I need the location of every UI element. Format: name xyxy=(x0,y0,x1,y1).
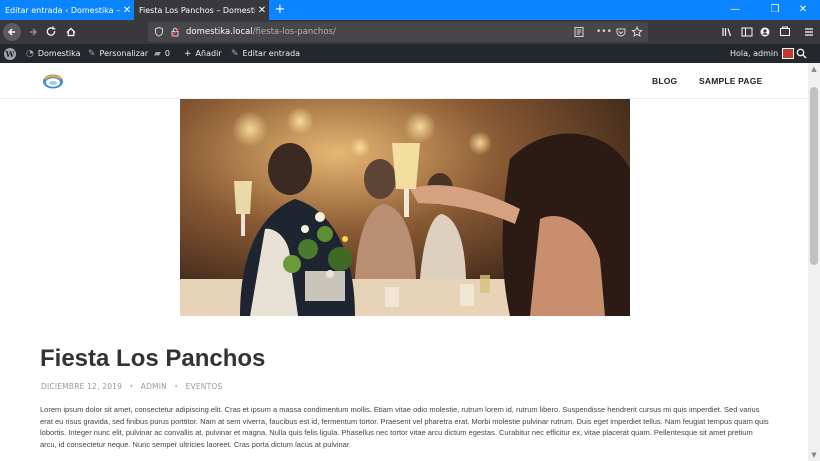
scroll-down-arrow-icon[interactable]: ▼ xyxy=(808,449,820,461)
admin-search-button[interactable] xyxy=(796,44,807,63)
home-button[interactable] xyxy=(62,23,80,41)
scroll-up-arrow-icon[interactable]: ▲ xyxy=(808,63,820,75)
arrow-left-icon xyxy=(8,28,15,36)
add-new-button[interactable]: + Añadir xyxy=(184,44,222,63)
post-content: Fiesta Los Panchos DICIEMBRE 12, 2019 • AD… xyxy=(0,99,808,461)
post-category[interactable]: EVENTOS xyxy=(186,382,223,391)
menu-item-blog[interactable]: BLOG xyxy=(652,63,677,99)
meta-separator: • xyxy=(173,382,179,391)
meta-separator: • xyxy=(129,382,134,391)
home-icon xyxy=(66,27,76,37)
wordpress-icon: W xyxy=(4,47,16,60)
comments-count: 0 xyxy=(164,49,171,58)
pocket-icon[interactable] xyxy=(614,25,628,39)
tab-fiesta-los-panchos[interactable]: Fiesta Los Panchos – Domestika ✕ xyxy=(134,0,269,20)
pencil-icon: ✎ xyxy=(231,48,239,59)
paintbrush-icon: ✎ xyxy=(88,48,96,59)
library-icon[interactable] xyxy=(718,23,736,41)
plus-icon: + xyxy=(184,48,192,59)
more-actions-icon[interactable]: ••• xyxy=(596,25,612,39)
my-account-button[interactable]: Hola, admin xyxy=(730,44,795,63)
wp-admin-bar: W ◔ Domestika ✎ Personalizar ▰ 0 + Añadi… xyxy=(0,44,820,63)
reload-button[interactable] xyxy=(42,23,60,41)
wp-logo-button[interactable]: W xyxy=(4,44,16,63)
site-name-button[interactable]: ◔ Domestika xyxy=(26,44,81,63)
post-meta: DICIEMBRE 12, 2019 • ADMIN • EVENTOS xyxy=(41,382,222,391)
extensions-icon[interactable] xyxy=(776,23,794,41)
url-bar[interactable]: domestika.local/fiesta-los-panchos/ ••• xyxy=(148,22,648,42)
post-title: Fiesta Los Panchos xyxy=(40,345,266,372)
search-icon xyxy=(796,48,807,59)
close-icon[interactable]: ✕ xyxy=(120,5,134,16)
url-text: domestika.local/fiesta-los-panchos/ xyxy=(186,22,336,42)
comment-icon: ▰ xyxy=(154,48,161,59)
featured-image xyxy=(180,99,630,316)
post-author[interactable]: ADMIN xyxy=(141,382,167,391)
edit-post-label: Editar entrada xyxy=(242,49,301,58)
bookmark-star-icon[interactable] xyxy=(630,25,644,39)
tab-title: Editar entrada ‹ Domestika — Wor xyxy=(5,5,120,15)
account-icon[interactable] xyxy=(756,23,774,41)
reload-icon xyxy=(46,26,56,36)
url-domain: domestika.local xyxy=(186,27,253,37)
page-scrollbar[interactable]: ▲ ▼ xyxy=(808,63,820,461)
dashboard-icon: ◔ xyxy=(26,48,34,59)
greeting: Hola, admin xyxy=(730,49,779,58)
scroll-thumb[interactable] xyxy=(810,87,818,265)
sidebar-icon[interactable] xyxy=(738,23,756,41)
url-path: /fiesta-los-panchos/ xyxy=(252,27,336,37)
arrow-right-icon xyxy=(30,28,37,36)
customize-button[interactable]: ✎ Personalizar xyxy=(88,44,148,63)
comments-button[interactable]: ▰ 0 xyxy=(154,44,170,63)
post-body: Lorem ipsum dolor sit amet, consectetur … xyxy=(40,405,769,449)
browser-nav-bar: domestika.local/fiesta-los-panchos/ ••• xyxy=(0,20,820,44)
minimize-button[interactable]: — xyxy=(718,0,752,20)
post-date[interactable]: DICIEMBRE 12, 2019 xyxy=(41,382,122,391)
customize-label: Personalizar xyxy=(99,49,149,58)
back-button[interactable] xyxy=(3,23,21,41)
site-header: BLOG SAMPLE PAGE xyxy=(0,63,808,99)
tab-title: Fiesta Los Panchos – Domestika xyxy=(139,5,255,15)
site-logo[interactable] xyxy=(42,72,64,90)
insecure-lock-icon[interactable] xyxy=(168,25,182,39)
tab-editar-entrada[interactable]: Editar entrada ‹ Domestika — Wor ✕ xyxy=(0,0,134,20)
reader-view-icon[interactable] xyxy=(572,25,586,39)
avatar xyxy=(782,48,795,59)
edit-post-button[interactable]: ✎ Editar entrada xyxy=(231,44,300,63)
shield-icon[interactable] xyxy=(152,25,166,39)
add-new-label: Añadir xyxy=(195,49,222,58)
browser-tab-strip: Editar entrada ‹ Domestika — Wor ✕ Fiest… xyxy=(0,0,820,20)
menu-item-sample-page[interactable]: SAMPLE PAGE xyxy=(699,63,762,99)
close-window-button[interactable]: ✕ xyxy=(786,0,820,20)
new-tab-button[interactable]: + xyxy=(272,1,288,19)
forward-button[interactable] xyxy=(24,23,42,41)
site-name: Domestika xyxy=(37,49,81,58)
close-icon[interactable]: ✕ xyxy=(255,5,269,16)
hamburger-menu-icon[interactable] xyxy=(800,23,818,41)
